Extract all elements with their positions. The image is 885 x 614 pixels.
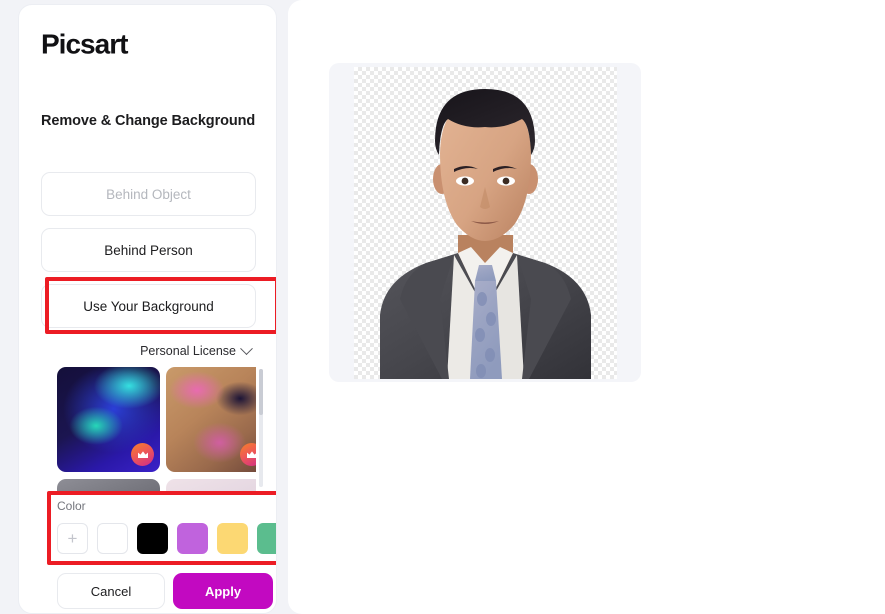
picsart-logo[interactable]: Picsart [41,27,220,61]
cancel-button[interactable]: Cancel [57,573,165,609]
license-label: Personal License [140,344,236,358]
crown-icon [131,443,154,466]
color-swatch-green[interactable] [257,523,276,554]
apply-button[interactable]: Apply [173,573,273,609]
main-canvas-area [288,0,885,614]
chevron-down-icon [240,341,253,355]
transparency-checkerboard [354,67,617,379]
color-swatch-row: + [57,523,276,554]
portrait-photo [380,89,591,379]
use-your-background-button[interactable]: Use Your Background [41,284,256,328]
thumbnail-scrollbar[interactable] [259,369,263,487]
color-swatch-black[interactable] [137,523,168,554]
background-thumbnail[interactable] [57,367,160,472]
background-thumbnail[interactable] [57,479,160,495]
tool-sidebar: Picsart Remove & Change Background Behin… [18,4,277,614]
background-thumbnail[interactable] [166,479,256,495]
behind-person-button[interactable]: Behind Person [41,228,256,272]
svg-text:Picsart: Picsart [41,28,128,59]
page-title: Remove & Change Background [41,113,256,129]
color-section-label: Color [57,499,86,513]
plus-icon: + [67,529,78,548]
color-swatch-yellow[interactable] [217,523,248,554]
behind-object-button[interactable]: Behind Object [41,172,256,216]
license-selector[interactable]: Personal License [140,341,253,358]
background-thumbnail[interactable] [166,367,256,472]
color-swatch-white[interactable] [97,523,128,554]
background-thumbnail-grid [41,367,256,495]
color-swatch-orchid[interactable] [177,523,208,554]
image-preview-card [329,63,641,382]
add-color-swatch[interactable]: + [57,523,88,554]
crown-icon [240,443,256,466]
